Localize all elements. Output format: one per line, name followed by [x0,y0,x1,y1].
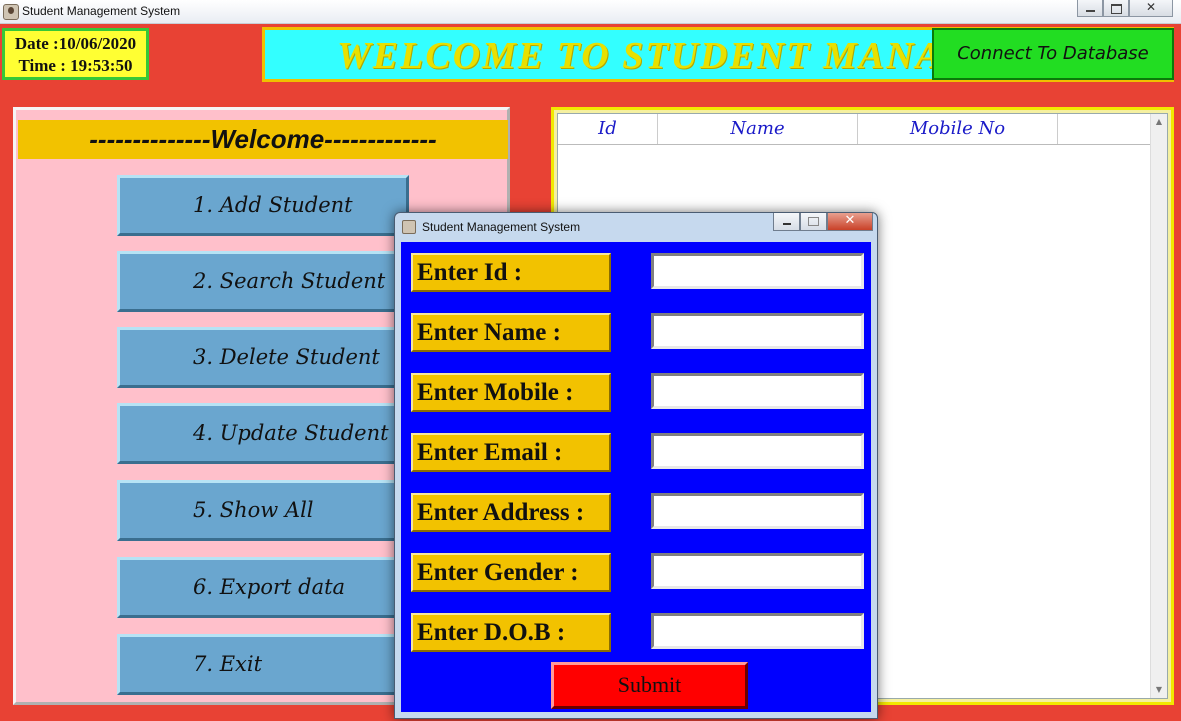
name-label: Enter Name : [411,313,611,352]
minimize-icon[interactable] [773,213,800,231]
email-label: Enter Email : [411,433,611,472]
scroll-up-icon[interactable]: ▲ [1151,114,1167,130]
submit-button[interactable]: Submit [551,662,748,709]
gender-field[interactable] [651,553,864,589]
maximize-icon[interactable] [1103,0,1129,17]
mobile-field[interactable] [651,373,864,409]
name-field[interactable] [651,313,864,349]
dob-label: Enter D.O.B : [411,613,611,652]
email-field[interactable] [651,433,864,469]
address-label: Enter Address : [411,493,611,532]
close-icon[interactable]: ✕ [827,213,873,231]
column-header-name[interactable]: Name [658,114,858,144]
gender-label: Enter Gender : [411,553,611,592]
table-scrollbar[interactable]: ▲ ▼ [1150,114,1167,698]
column-header-id[interactable]: Id [558,114,658,144]
dialog-title: Student Management System [422,220,581,234]
exit-button[interactable]: 7. Exit [117,634,409,695]
time-label: Time : 19:53:50 [18,56,133,75]
app-icon [402,220,416,234]
address-field[interactable] [651,493,864,529]
window-controls: ✕ [1077,0,1173,17]
close-icon[interactable]: ✕ [1129,0,1173,17]
date-label: Date :10/06/2020 [14,34,137,53]
scroll-down-icon[interactable]: ▼ [1151,682,1167,698]
dialog-controls: ✕ [773,213,873,231]
add-student-dialog: Student Management System ✕ Enter Id : E… [394,212,878,719]
minimize-icon[interactable] [1077,0,1103,17]
table-header: Id Name Mobile No [558,114,1152,145]
dialog-title-bar: Student Management System ✕ [395,213,877,241]
datetime-box: Date :10/06/2020 Time : 19:53:50 [2,28,149,80]
id-field[interactable] [651,253,864,289]
column-header-mobile[interactable]: Mobile No [858,114,1058,144]
id-label: Enter Id : [411,253,611,292]
update-student-button[interactable]: 4. Update Student [117,403,409,464]
search-student-button[interactable]: 2. Search Student [117,251,409,312]
maximize-icon [800,213,827,231]
show-all-button[interactable]: 5. Show All [117,480,409,541]
delete-student-button[interactable]: 3. Delete Student [117,327,409,388]
dialog-form: Enter Id : Enter Name : Enter Mobile : E… [401,242,871,712]
dob-field[interactable] [651,613,864,649]
add-student-button[interactable]: 1. Add Student [117,175,409,236]
connect-database-button[interactable]: Connect To Database [932,28,1174,80]
menu-heading: --------------Welcome------------- [18,120,508,159]
mobile-label: Enter Mobile : [411,373,611,412]
app-icon [3,4,19,20]
export-data-button[interactable]: 6. Export data [117,557,409,618]
main-title-bar: Student Management System ✕ [0,0,1181,24]
window-title: Student Management System [22,4,181,18]
